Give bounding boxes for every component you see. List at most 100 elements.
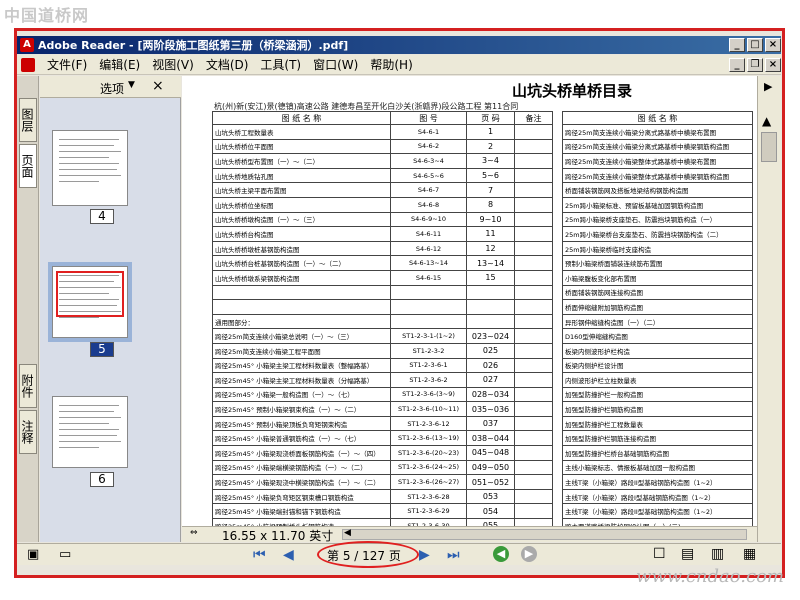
chevron-down-icon[interactable]: ▼: [128, 80, 135, 90]
table-row: [212, 284, 553, 301]
menu-tools[interactable]: 工具(T): [260, 56, 301, 73]
row-remark: [514, 255, 553, 271]
first-page-icon[interactable]: ⏮: [253, 547, 266, 563]
row-drawing-name: 25m跨小箱梁桥临时支座构造: [562, 240, 753, 257]
close-button[interactable]: ×: [765, 38, 781, 52]
row-page: 051~052: [466, 474, 515, 490]
table-row: 山坑头桥桥位坐标图 S4-6-8 8: [212, 196, 553, 213]
continuous-page-icon[interactable]: ▤: [681, 546, 694, 562]
row-drawing-name: 桥面铺装钢筋网连接构造图: [562, 284, 753, 301]
options-menu[interactable]: 选项: [100, 80, 124, 97]
page-layout-icon[interactable]: ▣: [27, 547, 39, 562]
menu-view[interactable]: 视图(V): [152, 56, 194, 73]
page-thumbnail-selected[interactable]: [52, 266, 128, 338]
scroll-left-icon[interactable]: ◀: [344, 528, 351, 538]
facing-page-icon[interactable]: ▥: [711, 546, 724, 562]
scroll-thumb[interactable]: [761, 132, 777, 162]
row-page: 8: [466, 196, 515, 213]
document-status-strip: ⇔ 16.55 x 11.70 英寸 ◀: [182, 526, 757, 543]
tab-comments[interactable]: 注释: [19, 410, 37, 454]
menu-help[interactable]: 帮助(H): [370, 56, 412, 73]
menu-file[interactable]: 文件(F): [47, 56, 87, 73]
page-thumbnails-panel: 选项 ▼ × 4 5 6: [40, 76, 181, 542]
table-row: 25m跨小箱梁桥支座垫石、防震挡块钢筋构造（一）: [562, 211, 753, 228]
row-drawing-name: 山坑头桥地质钻孔图: [212, 167, 391, 184]
table-row: 山坑头桥桥台桩基钢筋构造图（一）～（二） S4-6-13~14 13~14: [212, 255, 553, 271]
maximize-button[interactable]: □: [747, 38, 763, 52]
menu-edit[interactable]: 编辑(E): [99, 56, 140, 73]
scroll-right-arrow-icon[interactable]: ▶: [764, 80, 772, 93]
next-page-icon[interactable]: ▶: [419, 547, 430, 563]
row-page: 2: [466, 138, 515, 155]
row-drawing-name: 主线T梁（小箱梁）路段II型基础钢筋构造图（1~2）: [562, 503, 753, 520]
vertical-scrollbar[interactable]: ▶ ▲: [757, 76, 781, 542]
table-row: 加强型防撞护栏钢筋构造图: [562, 401, 753, 417]
row-drawing-number: ST1-2-3-6-(10~11): [390, 401, 467, 417]
row-remark: [514, 459, 553, 476]
split-view-icon[interactable]: ⇔: [190, 528, 198, 538]
watermark-top: 中国道桥网: [4, 6, 90, 25]
row-page: 049~050: [466, 459, 515, 476]
single-page-icon[interactable]: ☐: [653, 546, 666, 562]
table-row: 桥面铺装钢筋网连接构造图: [562, 284, 753, 301]
page-number-label: 4: [90, 209, 114, 224]
row-drawing-name: 跨径25m45° 小箱梁负弯矩区钢束槽口钢筋构造: [212, 488, 391, 505]
row-drawing-number: S4-6-15: [390, 269, 467, 286]
menu-window[interactable]: 窗口(W): [313, 56, 358, 73]
table-row: 25m跨小箱梁桥临时支座构造: [562, 240, 753, 257]
row-drawing-name: 跨径25m45° 小箱梁主梁工程材料数量表（整幅路基）: [212, 357, 391, 374]
row-page: 11: [466, 226, 515, 242]
last-page-icon[interactable]: ⏭: [447, 547, 460, 563]
right-index-table: 图 纸 名 称 跨径25m简支连续小箱梁分离式路基桥中横梁布置图 跨径25m简支连…: [562, 111, 753, 526]
tab-pages[interactable]: 页面: [19, 144, 37, 188]
row-drawing-name: 山坑头桥主梁平面布置图: [212, 182, 391, 198]
row-page: 027: [466, 372, 515, 388]
doc-restore-button[interactable]: ❐: [747, 58, 763, 72]
horizontal-scrollbar[interactable]: [342, 529, 747, 540]
minimize-button[interactable]: _: [729, 38, 745, 52]
page-thumbnail[interactable]: [52, 130, 128, 206]
menu-document[interactable]: 文档(D): [206, 56, 249, 73]
doc-close-button[interactable]: ×: [765, 58, 781, 72]
row-drawing-name: 25m跨小箱梁标准、预留板基础加固钢筋构造图: [562, 196, 753, 213]
view-region-box[interactable]: [56, 271, 124, 317]
row-page: [466, 313, 515, 330]
fit-window-icon[interactable]: ▭: [59, 547, 71, 562]
doc-minimize-button[interactable]: _: [729, 58, 745, 72]
row-drawing-number: ST1-2-3-6-29: [390, 503, 467, 520]
continuous-facing-icon[interactable]: ▦: [743, 546, 756, 562]
row-drawing-number: S4-6-13~14: [390, 255, 467, 271]
page-indicator[interactable]: 第 5 / 127 页: [327, 547, 401, 564]
header-drawing-name: 图 纸 名 称: [212, 111, 391, 125]
previous-page-icon[interactable]: ◀: [283, 547, 294, 563]
table-row: 25m跨小箱梁桥台支座垫石、防震挡块钢筋构造（二）: [562, 226, 753, 242]
row-drawing-name: 跨径25m简支连续小箱梁总说明（一）～（三）: [212, 328, 391, 344]
go-forward-icon[interactable]: ▶: [521, 546, 537, 562]
table-row: 跨径25m简支连续小箱梁分离式路基桥中横梁布置图: [562, 124, 753, 140]
table-row: 主线T梁（小箱梁）路段II型基础钢筋构造图（1~2）: [562, 503, 753, 520]
row-drawing-number: S4-6-11: [390, 226, 467, 242]
navigation-toolbar: ▣ ▭ ⏮ ◀ 第 5 / 127 页 ▶ ⏭ ◀ ▶ ☐ ▤ ▥ ▦: [17, 541, 781, 568]
tab-attachments[interactable]: 附件: [19, 364, 37, 408]
row-drawing-name: 跨径25m45° 小箱梁主梁工程材料数量表（分幅路基）: [212, 372, 391, 388]
row-drawing-number: ST1-2-3-2: [390, 342, 467, 359]
header-drawing-number: 图 号: [390, 111, 467, 125]
row-drawing-number: ST1-2-3-1-(1~2): [390, 328, 467, 344]
window-controls: _ □ ×: [729, 38, 781, 52]
table-row: 跨径25m简支连续小箱梁工程平面图 ST1-2-3-2 025: [212, 342, 553, 359]
row-drawing-name: [212, 284, 391, 301]
panel-close-icon[interactable]: ×: [152, 78, 164, 94]
row-page: 5~6: [466, 167, 515, 184]
tab-layers[interactable]: 图层: [19, 98, 37, 142]
page-thumbnail[interactable]: [52, 396, 128, 468]
watermark-bottom: www.cndao.com: [636, 566, 784, 587]
table-row: 板梁内侧波形护栏构造: [562, 342, 753, 359]
go-back-icon[interactable]: ◀: [493, 546, 509, 562]
scroll-up-icon[interactable]: ▲: [762, 114, 771, 128]
row-remark: [514, 284, 553, 301]
row-drawing-name: 山坑头桥桥位坐标图: [212, 196, 391, 213]
document-view[interactable]: 山坑头桥单桥目录 杭(州)新(安江)景(德镇)高速公路 建德寿昌至开化白沙关(浙…: [182, 76, 757, 526]
adobe-reader-icon: A: [20, 38, 34, 52]
page-number-label: 6: [90, 472, 114, 487]
row-remark: [514, 445, 553, 461]
